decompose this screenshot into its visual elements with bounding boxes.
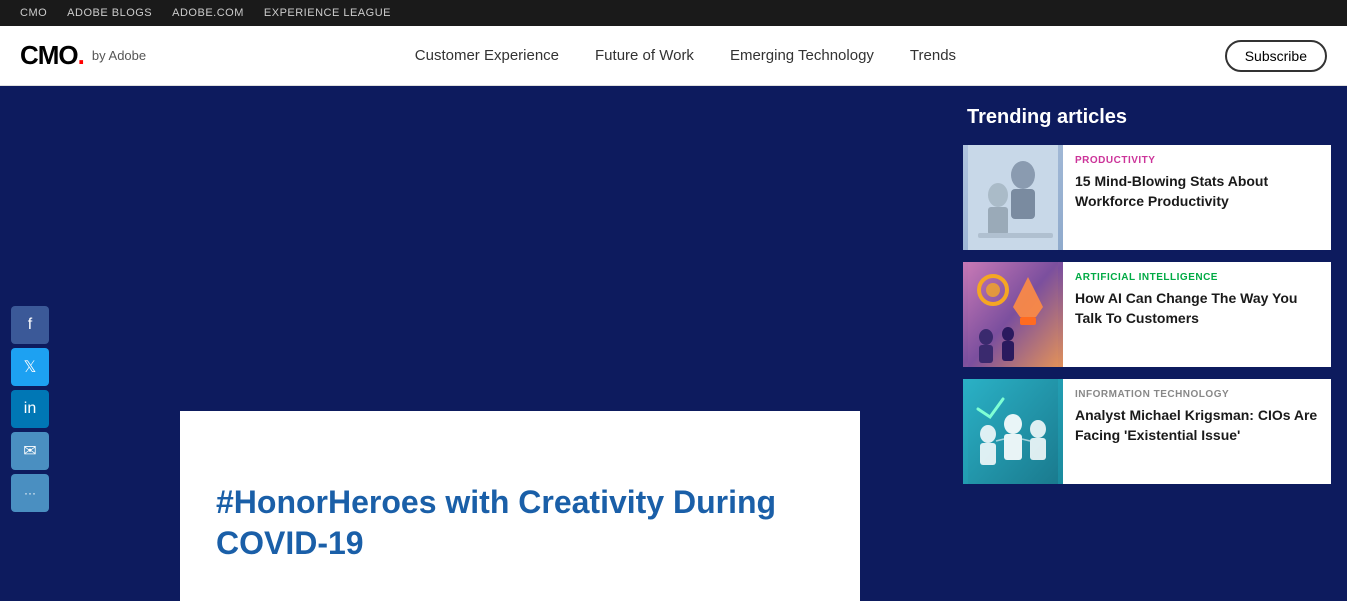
logo-by-adobe: by Adobe: [92, 48, 146, 63]
thumb-ai-image: [963, 262, 1063, 367]
topbar-experience-league[interactable]: EXPERIENCE LEAGUE: [264, 7, 391, 19]
topbar-adobe-com[interactable]: ADOBE.COM: [172, 7, 244, 19]
thumbnail-ai: [963, 262, 1063, 367]
logo[interactable]: CMO. by Adobe: [20, 40, 146, 71]
subscribe-button[interactable]: Subscribe: [1225, 40, 1327, 72]
topbar-cmo[interactable]: CMO: [20, 7, 47, 19]
article-card[interactable]: #HonorHeroes with Creativity During COVI…: [180, 411, 860, 601]
right-sidebar: Trending articles: [947, 86, 1347, 601]
top-bar: CMO ADOBE BLOGS ADOBE.COM EXPERIENCE LEA…: [0, 0, 1347, 26]
category-ai: ARTIFICIAL INTELLIGENCE: [1075, 272, 1319, 283]
trending-content-1: PRODUCTIVITY 15 Mind-Blowing Stats About…: [1063, 145, 1331, 250]
main-area: f 𝕏 in ✉ ··· #HonorHeroes with Creativit…: [0, 86, 1347, 601]
article-title: #HonorHeroes with Creativity During COVI…: [216, 482, 824, 565]
trending-card-1[interactable]: PRODUCTIVITY 15 Mind-Blowing Stats About…: [963, 145, 1331, 250]
facebook-icon: f: [28, 316, 32, 334]
logo-cmo-text: CMO.: [20, 40, 84, 71]
it-illustration: [968, 379, 1058, 484]
facebook-button[interactable]: f: [11, 306, 49, 344]
trending-heading: Trending articles: [963, 106, 1331, 129]
nav-customer-experience[interactable]: Customer Experience: [415, 47, 559, 64]
twitter-button[interactable]: 𝕏: [11, 348, 49, 386]
twitter-icon: 𝕏: [24, 357, 37, 377]
site-header: CMO. by Adobe Customer Experience Future…: [0, 26, 1347, 86]
trending-content-3: INFORMATION TECHNOLOGY Analyst Michael K…: [1063, 379, 1331, 484]
nav-emerging-technology[interactable]: Emerging Technology: [730, 47, 874, 64]
thumbnail-productivity: [963, 145, 1063, 250]
topbar-adobe-blogs[interactable]: ADOBE BLOGS: [67, 7, 152, 19]
trending-card-2[interactable]: ARTIFICIAL INTELLIGENCE How AI Can Chang…: [963, 262, 1331, 367]
email-button[interactable]: ✉: [11, 432, 49, 470]
ai-illustration: [968, 262, 1058, 367]
social-sidebar: f 𝕏 in ✉ ···: [0, 86, 60, 601]
trending-content-2: ARTIFICIAL INTELLIGENCE How AI Can Chang…: [1063, 262, 1331, 367]
thumb-it-image: [963, 379, 1063, 484]
thumbnail-it: [963, 379, 1063, 484]
article-area: #HonorHeroes with Creativity During COVI…: [0, 86, 947, 601]
trending-card-3[interactable]: INFORMATION TECHNOLOGY Analyst Michael K…: [963, 379, 1331, 484]
linkedin-icon: in: [24, 400, 36, 418]
logo-dot: .: [78, 40, 84, 70]
nav-future-of-work[interactable]: Future of Work: [595, 47, 694, 64]
linkedin-button[interactable]: in: [11, 390, 49, 428]
productivity-illustration: [968, 145, 1058, 250]
card-title-2: How AI Can Change The Way You Talk To Cu…: [1075, 289, 1319, 328]
card-title-1: 15 Mind-Blowing Stats About Workforce Pr…: [1075, 172, 1319, 211]
more-button[interactable]: ···: [11, 474, 49, 512]
email-icon: ✉: [23, 441, 36, 461]
category-it: INFORMATION TECHNOLOGY: [1075, 389, 1319, 400]
category-productivity: PRODUCTIVITY: [1075, 155, 1319, 166]
more-icon: ···: [24, 486, 36, 500]
nav-trends[interactable]: Trends: [910, 47, 956, 64]
main-nav: Customer Experience Future of Work Emerg…: [415, 47, 956, 64]
card-title-3: Analyst Michael Krigsman: CIOs Are Facin…: [1075, 406, 1319, 445]
thumb-productivity-image: [963, 145, 1063, 250]
